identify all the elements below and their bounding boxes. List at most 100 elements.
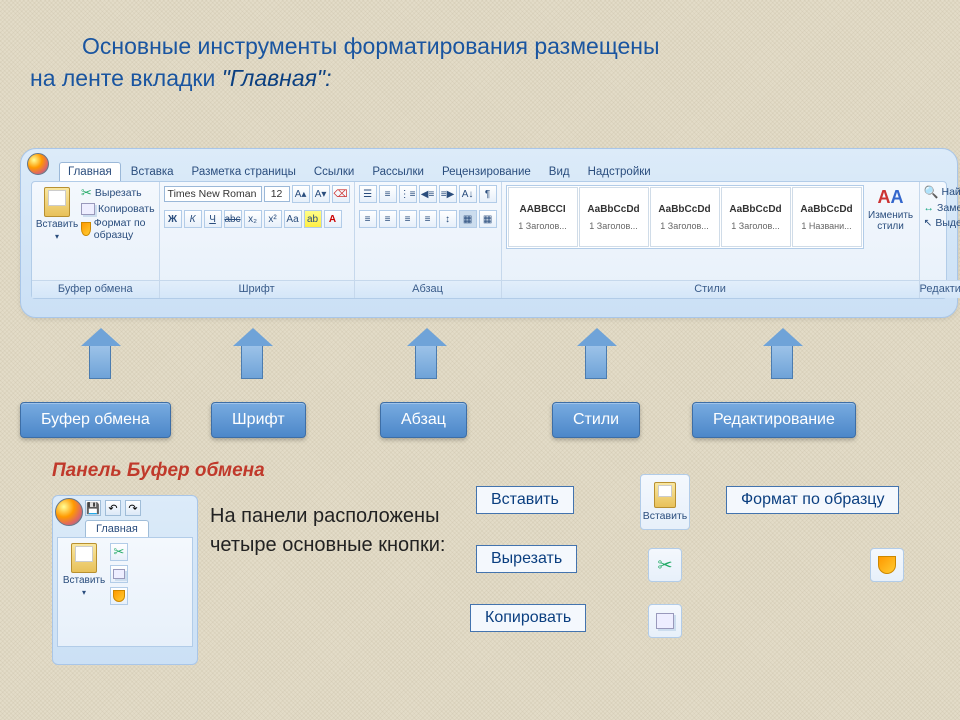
scissors-icon: ✂ [114,544,125,560]
intro-emph: "Главная": [222,65,332,91]
line-spacing-button[interactable]: ↕ [439,210,457,228]
tab-review[interactable]: Рецензирование [434,163,539,181]
intro-line2a: на ленте вкладки [30,65,222,91]
style-gallery[interactable]: AABBCCI1 Заголов... AaBbCcDd1 Заголов...… [506,185,864,249]
group-label-editing: Редактирование [920,280,960,298]
bold-button[interactable]: Ж [164,210,182,228]
format-painter-label: Формат по образцу [94,217,155,241]
tab-references[interactable]: Ссылки [306,163,363,181]
search-icon: 🔍 [924,185,939,199]
mini-cut-button[interactable]: ✂ [110,543,128,561]
mini-ribbon: 💾 ↶ ↷ Главная Вставить ▾ ✂ [52,495,198,665]
paste-icon [654,482,676,508]
indent-inc-button[interactable]: ≡▶ [439,185,457,203]
office-button-icon[interactable] [27,153,49,175]
arrow-icon [576,345,616,379]
strike-button[interactable]: abc [224,210,242,228]
paste-icon-box[interactable]: Вставить [640,474,690,530]
scissors-icon: ✂ [657,555,672,576]
paste-label: Вставить [36,219,78,230]
font-name-combo[interactable]: Times New Roman [164,186,262,202]
underline-button[interactable]: Ч [204,210,222,228]
highlight-button[interactable]: ab [304,210,322,228]
brush-icon-box[interactable] [870,548,904,582]
mini-copy-button[interactable] [110,565,128,583]
format-painter-button[interactable]: Формат по образцу [81,217,155,241]
callout-editing: Редактирование [692,402,856,438]
copy-button[interactable]: Копировать [81,203,155,215]
paste-icon [71,543,97,573]
shrink-font-button[interactable]: A▾ [312,185,330,203]
save-icon[interactable]: 💾 [85,500,101,516]
select-button[interactable]: ↖Выделить▾ [924,217,960,229]
style-item[interactable]: AaBbCcDd1 Названи... [792,187,862,247]
tab-addins[interactable]: Надстройки [580,163,659,181]
cut-button[interactable]: ✂Вырезать [81,185,155,201]
superscript-button[interactable]: x² [264,210,282,228]
chevron-down-icon: ▾ [55,232,59,241]
change-styles-button[interactable]: AA Изменить стили [867,185,915,234]
style-item[interactable]: AaBbCcDd1 Заголов... [650,187,720,247]
borders-button[interactable]: ▦ [479,210,497,228]
tab-insert[interactable]: Вставка [123,163,182,181]
label-copy: Копировать [470,604,586,632]
copy-icon-box[interactable] [648,604,682,638]
callout-paragraph: Абзац [380,402,467,438]
ribbon: Главная Вставка Разметка страницы Ссылки… [20,148,958,318]
justify-button[interactable]: ≡ [419,210,437,228]
subtitle: Панель Буфер обмена [52,460,265,482]
paste-button[interactable]: Вставить ▾ [36,185,78,243]
tab-view[interactable]: Вид [541,163,578,181]
change-case-button[interactable]: Aa [284,210,302,228]
arrow-icon [406,345,446,379]
group-label-styles: Стили [502,280,919,298]
mini-clipboard-panel: Вставить ▾ ✂ [57,537,193,647]
sort-button[interactable]: A↓ [459,185,477,203]
shading-button[interactable]: ▦ [459,210,477,228]
align-center-button[interactable]: ≡ [379,210,397,228]
body-text: На панели расположены четыре основные кн… [210,502,470,560]
tab-page-layout[interactable]: Разметка страницы [184,163,304,181]
brush-icon [81,222,91,236]
tab-strip: Главная Вставка Разметка страницы Ссылки… [59,157,947,181]
group-label-paragraph: Абзац [355,280,501,298]
copy-icon [656,613,674,629]
style-item[interactable]: AABBCCI1 Заголов... [508,187,578,247]
indent-dec-button[interactable]: ◀≡ [419,185,437,203]
mini-paste-button[interactable]: Вставить ▾ [61,541,107,643]
align-left-button[interactable]: ≡ [359,210,377,228]
bullets-button[interactable]: ☰ [359,185,377,203]
paste-icon [44,187,70,217]
change-styles-label: Изменить стили [868,210,913,232]
font-color-button[interactable]: A [324,210,342,228]
callout-font: Шрифт [211,402,306,438]
show-marks-button[interactable]: ¶ [479,185,497,203]
grow-font-button[interactable]: A▴ [292,185,310,203]
group-editing: 🔍Найти▾ ↔Заменить ↖Выделить▾ Редактирова… [920,182,960,298]
group-clipboard: Вставить ▾ ✂Вырезать Копировать Формат п… [32,182,160,298]
style-item[interactable]: AaBbCcDd1 Заголов... [579,187,649,247]
cursor-icon: ↖ [924,217,933,229]
cut-icon-box[interactable]: ✂ [648,548,682,582]
tab-mailings[interactable]: Рассылки [364,163,432,181]
italic-button[interactable]: К [184,210,202,228]
mini-tab-home[interactable]: Главная [85,520,149,537]
tab-home[interactable]: Главная [59,162,121,181]
label-cut: Вырезать [476,545,577,573]
multilevel-button[interactable]: ⋮≡ [399,185,417,203]
subscript-button[interactable]: x₂ [244,210,262,228]
redo-icon[interactable]: ↷ [125,500,141,516]
brush-icon [113,590,125,602]
find-button[interactable]: 🔍Найти▾ [924,185,960,199]
numbering-button[interactable]: ≡ [379,185,397,203]
mini-format-painter-button[interactable] [110,587,128,605]
intro-text: Основные инструменты форматирования разм… [30,30,930,94]
office-button-icon[interactable] [55,498,83,526]
font-size-combo[interactable]: 12 [264,186,290,202]
replace-button[interactable]: ↔Заменить [924,202,960,214]
undo-icon[interactable]: ↶ [105,500,121,516]
group-paragraph: ☰ ≡ ⋮≡ ◀≡ ≡▶ A↓ ¶ ≡ ≡ ≡ ≡ ↕ ▦ ▦ [355,182,502,298]
style-item[interactable]: AaBbCcDd1 Заголов... [721,187,791,247]
clear-format-button[interactable]: ⌫ [332,185,350,203]
align-right-button[interactable]: ≡ [399,210,417,228]
